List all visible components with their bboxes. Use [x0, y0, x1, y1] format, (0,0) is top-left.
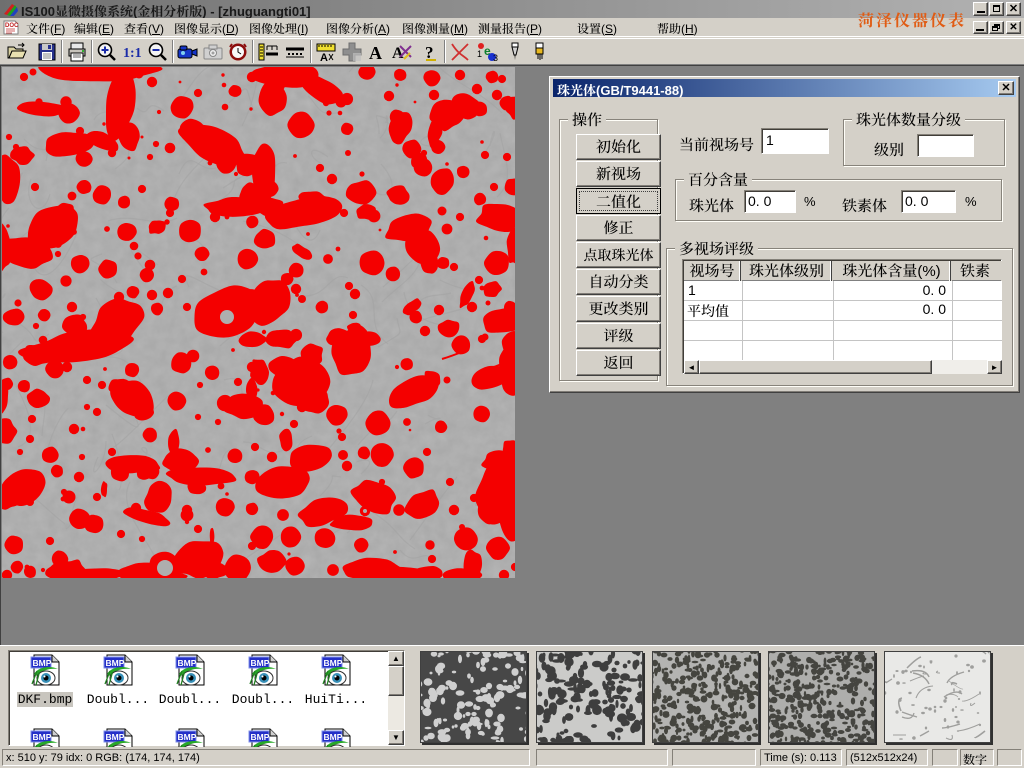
svg-text:A: A — [369, 43, 382, 63]
svg-text:1:1: 1:1 — [123, 46, 142, 61]
svg-text:A: A — [320, 52, 328, 63]
svg-text:DOC: DOC — [5, 23, 19, 29]
svg-text:1: 1 — [477, 49, 482, 59]
svg-text:3: 3 — [493, 53, 498, 63]
